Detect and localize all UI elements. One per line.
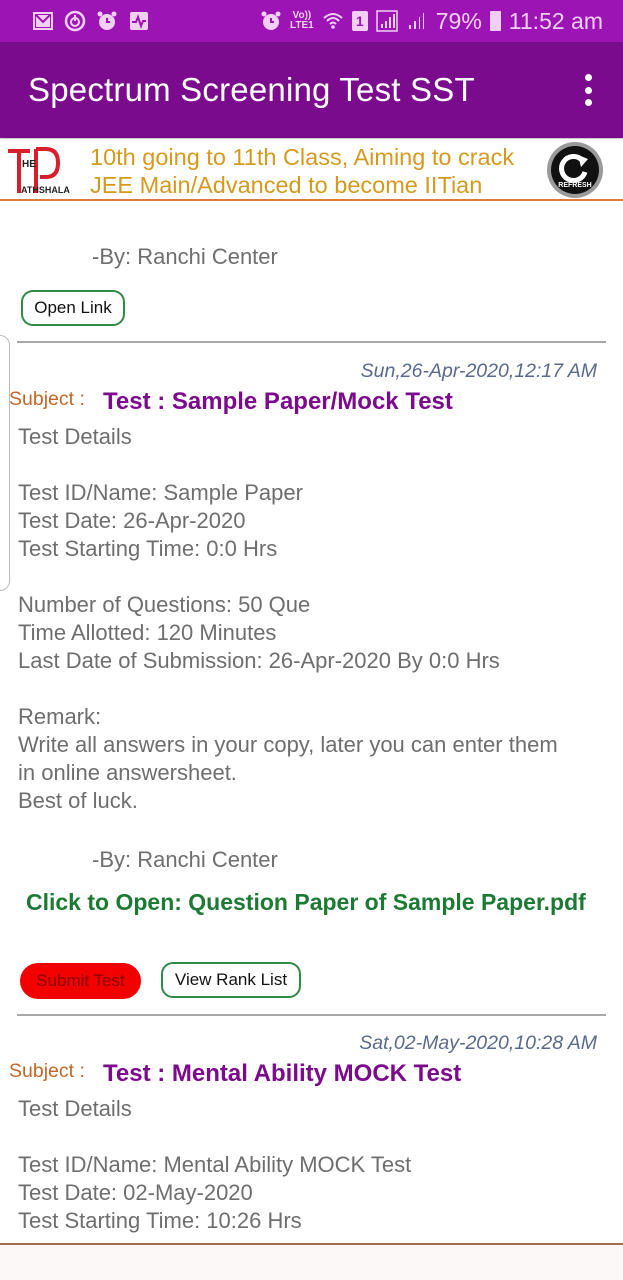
time-allotted: Time Allotted: 120 Minutes [18,620,277,645]
clock: 11:52 am [508,7,603,34]
refresh-button[interactable]: REFRESH [544,141,606,199]
post-by-line: -By: Ranchi Center [92,847,278,872]
post-divider [17,1014,606,1016]
test-details: Test Details Test ID/Name: Sample Paper … [18,423,613,815]
banner-line-2: JEE Main/Advanced to become IITian [90,172,483,198]
details-heading: Test Details [18,424,132,449]
question-paper-link[interactable]: Click to Open: Question Paper of Sample … [26,889,586,916]
more-vert-icon[interactable] [581,74,595,106]
remark-line: Best of luck. [18,788,138,813]
gmail-icon [32,10,54,32]
open-link-button[interactable]: Open Link [21,290,125,326]
volte-icon: Vo)) LTE1 [290,10,314,31]
view-rank-list-button[interactable]: View Rank List [161,962,301,998]
pathshala-logo: HE ATHSHALA [6,145,84,197]
post-timestamp: Sat,02-May-2020,10:28 AM [359,1032,597,1054]
alarm-icon [260,10,282,32]
test-date: Test Date: 26-Apr-2020 [18,508,246,533]
edge-panel-handle[interactable] [0,335,10,591]
subject-label: Subject : [9,388,85,410]
promo-banner[interactable]: HE ATHSHALA 10th going to 11th Class, Ai… [0,139,623,201]
sim1-icon: 1 [351,11,368,31]
last-submission-date: Last Date of Submission: 26-Apr-2020 By … [18,648,500,673]
signal-weak-icon [406,10,428,32]
remark-line: Write all answers in your copy, later yo… [18,732,558,757]
remark-label: Remark: [18,704,102,729]
subject-title: Test : Sample Paper/Mock Test [103,388,453,415]
subject-label: Subject : [9,1060,85,1082]
bottom-bar [0,1243,623,1280]
app-bar: Spectrum Screening Test SST [0,42,623,138]
refresh-icon: REFRESH [547,142,603,198]
svg-text:REFRESH: REFRESH [558,182,591,189]
previous-post-by-line: -By: Ranchi Center [92,244,278,269]
wifi-icon [322,10,344,32]
app-title: Spectrum Screening Test SST [28,71,475,108]
posts-list[interactable]: -By: Ranchi Center Open Link Sun,26-Apr-… [0,203,623,1243]
status-bar-notifications [32,10,150,32]
signal-icon [376,10,398,32]
test-id: Test ID/Name: Sample Paper [18,480,303,505]
post-divider [17,341,606,343]
test-id: Test ID/Name: Mental Ability MOCK Test [18,1152,412,1177]
power-icon [64,10,86,32]
post-timestamp: Sun,26-Apr-2020,12:17 AM [360,360,597,382]
status-bar-system: Vo)) LTE1 1 79% 11:52 am [260,8,603,35]
test-date: Test Date: 02-May-2020 [18,1180,253,1205]
test-details: Test Details Test ID/Name: Mental Abilit… [18,1095,613,1235]
svg-text:ATHSHALA: ATHSHALA [21,185,70,195]
subject-title: Test : Mental Ability MOCK Test [103,1060,462,1087]
details-heading: Test Details [18,1096,132,1121]
num-questions: Number of Questions: 50 Que [18,592,311,617]
battery-icon [489,11,501,31]
alarm-icon [96,10,118,32]
status-bar: Vo)) LTE1 1 79% 11:52 am [0,0,623,42]
activity-icon [128,10,150,32]
test-start-time: Test Starting Time: 10:26 Hrs [18,1208,302,1233]
submit-test-button[interactable]: Submit Test [20,963,141,999]
test-start-time: Test Starting Time: 0:0 Hrs [18,536,278,561]
banner-text: 10th going to 11th Class, Aiming to crac… [90,143,514,199]
battery-percentage: 79% [435,7,482,34]
svg-text:HE: HE [22,159,36,170]
banner-line-1: 10th going to 11th Class, Aiming to crac… [90,144,515,170]
remark-line: in online answersheet. [18,760,237,785]
